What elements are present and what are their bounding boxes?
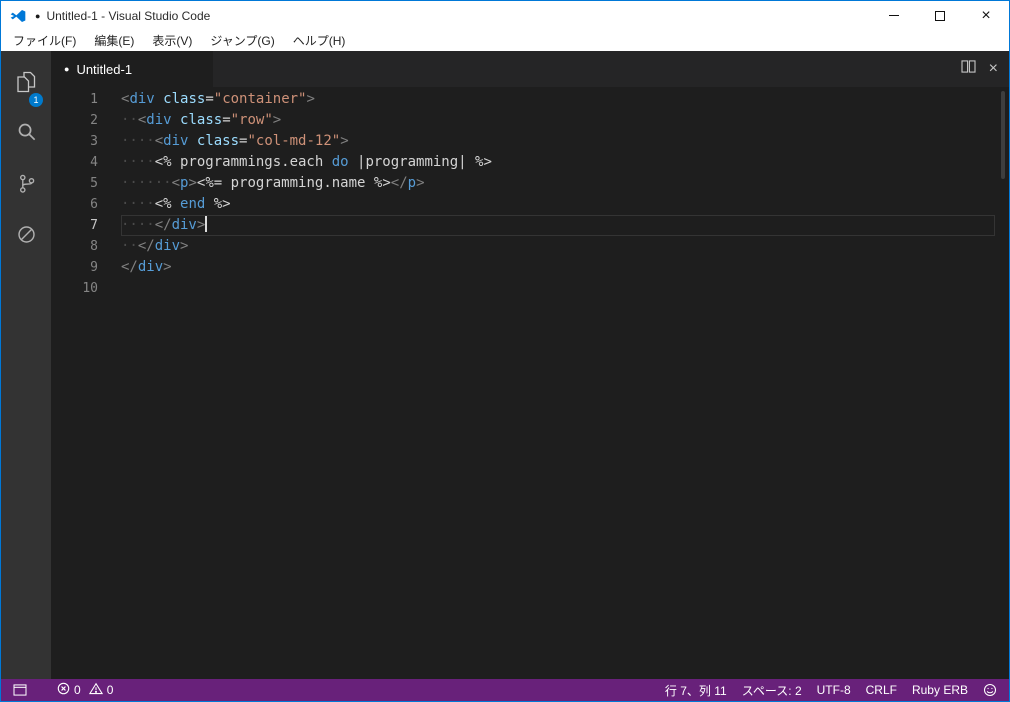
menu-item-help[interactable]: ヘルプ(H) (284, 32, 355, 49)
debug-icon (15, 223, 38, 251)
activity-item-explorer[interactable]: 1 (1, 60, 51, 108)
split-editor-icon[interactable] (961, 60, 976, 78)
code-line[interactable]: 5 ······<p><%= programming.name %></p> (51, 173, 1009, 194)
editor-actions: × (961, 51, 1009, 87)
maximize-icon (935, 10, 945, 21)
close-editor-icon[interactable]: × (989, 61, 998, 77)
statusbar-right: 行 7、列 11 スペース: 2 UTF-8 CRLF Ruby ERB (665, 682, 997, 699)
scrollbar[interactable] (1001, 91, 1005, 179)
titlebar-modified-dot: ● (35, 10, 41, 21)
line-number[interactable]: 7 (51, 215, 98, 236)
code-line[interactable]: 6 ····<% end %> (51, 194, 1009, 215)
cursor-position-indicator[interactable]: 行 7、列 11 (665, 682, 727, 699)
code-text[interactable]: </div> (121, 257, 995, 278)
editor[interactable]: 1 <div class="container"> 2 ··<div class="r… (51, 87, 1009, 679)
code-text[interactable]: ····</div> (121, 215, 995, 236)
titlebar: ● Untitled-1 - Visual Studio Code × (1, 1, 1009, 30)
maximize-button[interactable] (917, 1, 963, 30)
code-text[interactable]: ····<% end %> (121, 194, 995, 215)
feedback-smiley-icon[interactable] (983, 683, 997, 697)
activity-item-search[interactable] (1, 111, 51, 159)
warning-count[interactable]: 0 (88, 682, 114, 698)
activity-item-source-control[interactable] (1, 162, 51, 210)
code-text[interactable]: ··</div> (121, 236, 995, 257)
indentation-indicator[interactable]: スペース: 2 (742, 682, 802, 699)
code-text[interactable]: ····<div class="col-md-12"> (121, 131, 995, 152)
code-line[interactable]: 9 </div> (51, 257, 1009, 278)
tab-untitled-1[interactable]: ● Untitled-1 (51, 51, 213, 87)
line-number[interactable]: 2 (51, 110, 98, 131)
tabbar: ● Untitled-1 × (51, 51, 1009, 87)
minimize-button[interactable] (871, 1, 917, 30)
code-text[interactable]: <div class="container"> (121, 89, 995, 110)
editor-lines: 1 <div class="container"> 2 ··<div class="r… (51, 89, 1009, 299)
close-window-button[interactable]: × (963, 1, 1009, 30)
line-number[interactable]: 1 (51, 89, 98, 110)
encoding-indicator[interactable]: UTF-8 (817, 683, 851, 697)
activity-item-debug[interactable] (1, 213, 51, 261)
line-number[interactable]: 5 (51, 173, 98, 194)
language-mode-indicator[interactable]: Ruby ERB (912, 683, 968, 697)
error-count-value: 0 (74, 683, 81, 697)
menubar: ファイル(F) 編集(E) 表示(V) ジャンプ(G) ヘルプ(H) (1, 30, 1009, 51)
tab-modified-dot: ● (64, 64, 70, 74)
search-icon (15, 121, 38, 149)
tab-label: Untitled-1 (76, 61, 133, 77)
main-area: 1 ● Untitled-1 × 1 <div class="container… (1, 51, 1009, 679)
source-control-icon (15, 172, 37, 200)
code-line[interactable]: 4 ····<% programmings.each do |programmin… (51, 152, 1009, 173)
code-line[interactable]: 7 ····</div> (51, 215, 1009, 236)
code-line[interactable]: 2 ··<div class="row"> (51, 110, 1009, 131)
code-line[interactable]: 8 ··</div> (51, 236, 1009, 257)
code-text[interactable]: ····<% programmings.each do |programming… (121, 152, 995, 173)
vscode-logo-icon (10, 8, 26, 24)
code-line[interactable]: 3 ····<div class="col-md-12"> (51, 131, 1009, 152)
code-text[interactable]: ······<p><%= programming.name %></p> (121, 173, 995, 194)
statusbar-left: 0 0 (13, 682, 113, 698)
line-number[interactable]: 10 (51, 278, 98, 299)
editor-group: ● Untitled-1 × 1 <div class="container"> 2… (51, 51, 1009, 679)
error-count[interactable]: 0 (57, 682, 81, 698)
line-number[interactable]: 9 (51, 257, 98, 278)
code-text[interactable] (121, 278, 995, 299)
menu-item-file[interactable]: ファイル(F) (4, 32, 85, 49)
menu-item-edit[interactable]: 編集(E) (85, 32, 143, 49)
eol-indicator[interactable]: CRLF (866, 683, 897, 697)
warning-icon (88, 682, 103, 698)
window-controls: × (871, 1, 1009, 30)
explorer-badge: 1 (29, 93, 43, 107)
line-number[interactable]: 4 (51, 152, 98, 173)
line-number[interactable]: 6 (51, 194, 98, 215)
warning-count-value: 0 (106, 683, 114, 697)
text-cursor (205, 215, 208, 232)
menu-item-view[interactable]: 表示(V) (143, 32, 201, 49)
code-line[interactable]: 1 <div class="container"> (51, 89, 1009, 110)
menu-item-go[interactable]: ジャンプ(G) (201, 32, 283, 49)
status-bar: 0 0 行 7、列 11 スペース: 2 UTF-8 CRLF Ruby ERB (1, 679, 1009, 701)
code-line[interactable]: 10 (51, 278, 1009, 299)
activity-bar: 1 (1, 51, 51, 679)
code-text[interactable]: ··<div class="row"> (121, 110, 995, 131)
line-number[interactable]: 8 (51, 236, 98, 257)
window-title: Untitled-1 - Visual Studio Code (46, 8, 211, 23)
vscode-window: ● Untitled-1 - Visual Studio Code × ファイル… (0, 0, 1010, 702)
line-number[interactable]: 3 (51, 131, 98, 152)
error-icon (57, 682, 70, 698)
app-window-icon[interactable] (13, 684, 27, 696)
minimize-icon (889, 15, 899, 16)
